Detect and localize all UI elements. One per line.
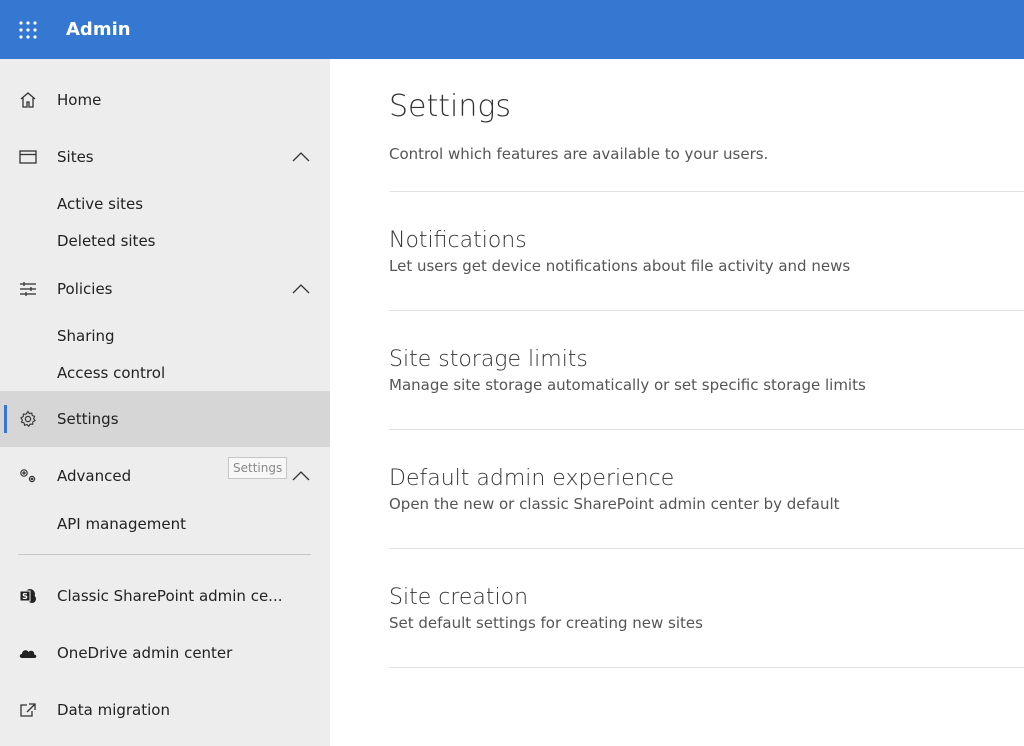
divider bbox=[389, 548, 1024, 549]
sidebar-item-label: Deleted sites bbox=[57, 232, 156, 250]
sidebar-item-access-control[interactable]: Access control bbox=[0, 354, 330, 391]
selected-indicator bbox=[4, 405, 7, 433]
home-icon bbox=[18, 90, 38, 110]
sidebar-item-label: Home bbox=[57, 90, 102, 109]
divider bbox=[389, 191, 1024, 192]
gears-icon bbox=[18, 466, 38, 486]
section-title[interactable]: Default admin experience bbox=[389, 465, 1024, 493]
section-title[interactable]: Site creation bbox=[389, 584, 1024, 612]
app-launcher-button[interactable] bbox=[0, 0, 56, 59]
external-link-icon bbox=[18, 700, 38, 720]
sidebar-item-label: Classic SharePoint admin ce... bbox=[57, 586, 283, 605]
svg-text:S: S bbox=[22, 592, 28, 601]
sidebar-item-label: Access control bbox=[57, 363, 166, 382]
sidebar-item-data-migration[interactable]: Data migration bbox=[0, 681, 330, 738]
chevron-up-icon[interactable] bbox=[290, 278, 312, 300]
waffle-icon bbox=[19, 20, 37, 39]
sidebar-item-label: Advanced bbox=[57, 466, 132, 485]
sidebar-item-classic-sharepoint[interactable]: S Classic SharePoint admin ce... bbox=[0, 567, 330, 624]
sidebar-item-settings[interactable]: Settings bbox=[0, 391, 330, 447]
sidebar-item-sharing[interactable]: Sharing bbox=[0, 317, 330, 354]
section-description: Open the new or classic SharePoint admin… bbox=[389, 495, 840, 513]
sidebar-item-policies[interactable]: Policies bbox=[0, 260, 330, 317]
sidebar-item-deleted-sites[interactable]: Deleted sites bbox=[0, 222, 330, 260]
section-title[interactable]: Notifications bbox=[389, 227, 1024, 255]
divider bbox=[389, 310, 1024, 311]
settings-section-site-storage-limits[interactable]: Site storage limits Manage site storage … bbox=[389, 346, 1024, 394]
sidebar-item-label: Active sites bbox=[57, 194, 144, 213]
section-description: Let users get device notifications about… bbox=[389, 257, 851, 275]
sidebar-item-label: Settings bbox=[57, 410, 119, 428]
sidebar-nav: Home Sites Active sites Deleted sites Po… bbox=[0, 59, 330, 746]
chevron-up-icon[interactable] bbox=[290, 465, 312, 487]
sidebar-item-label: OneDrive admin center bbox=[57, 643, 233, 662]
page-title: Settings bbox=[389, 89, 512, 124]
gear-icon bbox=[18, 409, 38, 429]
browser-window-icon bbox=[18, 147, 38, 167]
top-bar: Admin bbox=[0, 0, 1024, 59]
sidebar-item-active-sites[interactable]: Active sites bbox=[0, 185, 330, 222]
sidebar-item-onedrive[interactable]: OneDrive admin center bbox=[0, 624, 330, 681]
section-description: Manage site storage automatically or set… bbox=[389, 376, 866, 394]
sidebar-item-api-management[interactable]: API management bbox=[0, 504, 330, 544]
main-content: Settings Control which features are avai… bbox=[330, 59, 1024, 746]
chevron-up-icon[interactable] bbox=[290, 146, 312, 168]
tooltip: Settings bbox=[228, 457, 288, 479]
app-title[interactable]: Admin bbox=[66, 19, 131, 40]
settings-section-site-creation[interactable]: Site creation Set default settings for c… bbox=[389, 584, 1024, 632]
sidebar-divider bbox=[18, 554, 311, 555]
sidebar-item-label: Data migration bbox=[57, 700, 170, 719]
page-subtitle: Control which features are available to … bbox=[389, 145, 769, 163]
onedrive-cloud-icon bbox=[18, 643, 38, 663]
settings-section-notifications[interactable]: Notifications Let users get device notif… bbox=[389, 227, 1024, 275]
sidebar-item-sites[interactable]: Sites bbox=[0, 128, 330, 185]
section-description: Set default settings for creating new si… bbox=[389, 614, 703, 632]
sidebar-item-label: Sharing bbox=[57, 326, 115, 345]
sliders-icon bbox=[18, 279, 38, 299]
sharepoint-icon: S bbox=[18, 586, 38, 606]
sidebar-item-home[interactable]: Home bbox=[0, 71, 330, 128]
divider bbox=[389, 429, 1024, 430]
sidebar-item-label: Policies bbox=[57, 279, 113, 298]
section-title[interactable]: Site storage limits bbox=[389, 346, 1024, 374]
divider bbox=[389, 667, 1024, 668]
settings-section-default-admin-experience[interactable]: Default admin experience Open the new or… bbox=[389, 465, 1024, 513]
sidebar-item-label: API management bbox=[57, 515, 186, 533]
sidebar-item-label: Sites bbox=[57, 147, 94, 166]
